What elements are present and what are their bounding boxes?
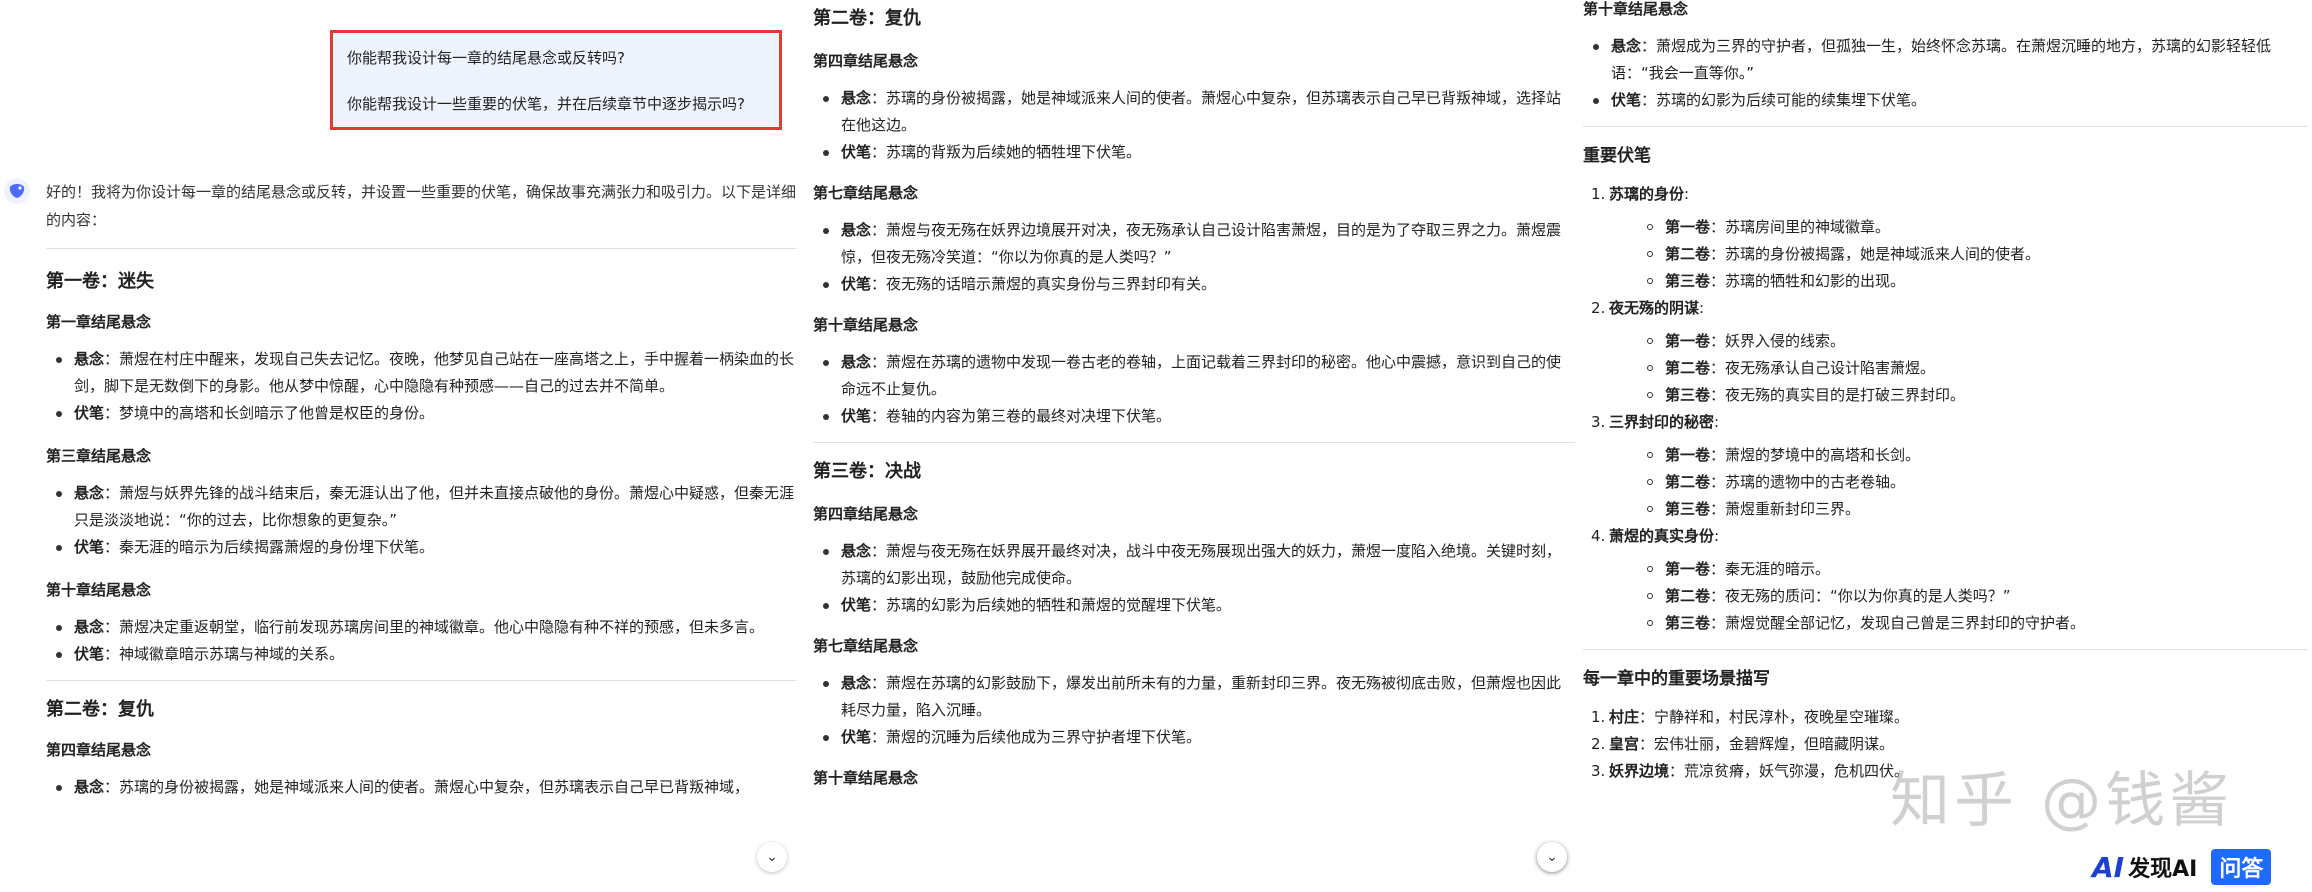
volume-heading: 第二卷：复仇 xyxy=(46,699,154,720)
divider xyxy=(46,248,796,249)
volume-heading: 第二卷：复仇 xyxy=(813,8,921,29)
list-item: 1. 村庄：宁静祥和，村民淳朴，夜晚星空璀璨。 xyxy=(1591,708,1910,726)
chapter-heading: 第七章结尾悬念 xyxy=(813,184,919,202)
divider xyxy=(1583,649,2308,650)
list-item: 伏笔：秦无涯的暗示为后续揭露萧煜的身份埋下伏笔。 xyxy=(46,534,796,561)
sub-list-item: 第三卷：苏璃的牺牲和幻影的出现。 xyxy=(1609,268,2308,295)
chapter-heading: 第四章结尾悬念 xyxy=(46,741,152,759)
assistant-response-part3: 第十章结尾悬念 悬念：萧煜成为三界的守护者，但孤独一生，始终怀念苏璃。在萧煜沉睡… xyxy=(1583,0,2308,785)
sub-list-item: 第一卷：秦无涯的暗示。 xyxy=(1609,556,2308,583)
divider xyxy=(1583,126,2308,127)
scroll-down-button[interactable]: ⌄ xyxy=(1537,842,1567,872)
watermark-text: 知乎 @钱酱 xyxy=(1890,766,2234,836)
divider xyxy=(46,680,796,681)
sub-list-item: 第二卷：夜无殇承认自己设计陷害萧煜。 xyxy=(1609,355,2308,382)
list-item: 悬念：苏璃的身份被揭露，她是神域派来人间的使者。萧煜心中复杂，但苏璃表示自己早已… xyxy=(46,774,796,801)
chapter-heading: 第三章结尾悬念 xyxy=(46,447,152,465)
assistant-avatar-icon xyxy=(4,178,30,204)
list-item: 悬念：萧煜在苏璃的幻影鼓励下，爆发出前所未有的力量，重新封印三界。夜无殇被彻底击… xyxy=(813,670,1575,724)
list-item: 悬念：萧煜与夜无殇在妖界展开最终对决，战斗中夜无殇展现出强大的妖力，萧煜一度陷入… xyxy=(813,538,1575,592)
list-item: 伏笔：苏璃的背叛为后续她的牺牲埋下伏笔。 xyxy=(813,139,1575,166)
list-item: 1. 苏璃的身份: 第一卷：苏璃房间里的神域徽章。 第二卷：苏璃的身份被揭露，她是… xyxy=(1583,181,2308,295)
list-item: 悬念：萧煜与妖界先锋的战斗结束后，秦无涯认出了他，但并未直接点破他的身份。萧煜心… xyxy=(46,480,796,534)
chapter-heading: 第七章结尾悬念 xyxy=(813,637,919,655)
chapter-heading: 第四章结尾悬念 xyxy=(813,505,919,523)
chat-panel-left: 你能帮我设计每一章的结尾悬念或反转吗? 你能帮我设计一些重要的伏笔，并在后续章节… xyxy=(0,0,800,892)
list-item: 伏笔：夜无殇的话暗示萧煜的真实身份与三界封印有关。 xyxy=(813,271,1575,298)
volume-heading: 第一卷：迷失 xyxy=(46,271,154,292)
divider xyxy=(813,442,1575,443)
list-item: 悬念：萧煜成为三界的守护者，但孤独一生，始终怀念苏璃。在萧煜沉睡的地方，苏璃的幻… xyxy=(1583,33,2308,87)
assistant-intro-text: 好的！我将为你设计每一章的结尾悬念或反转，并设置一些重要的伏笔，确保故事充满张力… xyxy=(46,183,797,229)
brand-name: 发现AI xyxy=(2128,857,2198,882)
sub-list-item: 第三卷：夜无殇的真实目的是打破三界封印。 xyxy=(1609,382,2308,409)
chevron-down-icon: ⌄ xyxy=(766,849,778,865)
sub-list-item: 第二卷：夜无殇的质问：“你以为你真的是人类吗？” xyxy=(1609,583,2308,610)
chapter-heading: 第十章结尾悬念 xyxy=(46,581,152,599)
list-item: 3. 三界封印的秘密: 第一卷：萧煜的梦境中的高塔和长剑。 第二卷：苏璃的遗物中的… xyxy=(1583,409,2308,523)
brand-logo-icon: AI xyxy=(2092,850,2125,884)
user-message-line: 你能帮我设计一些重要的伏笔，并在后续章节中逐步揭示吗? xyxy=(347,95,745,113)
assistant-response-part2: 第二卷：复仇 第四章结尾悬念 悬念：苏璃的身份被揭露，她是神域派来人间的使者。萧… xyxy=(813,4,1575,792)
sub-list-item: 第三卷：萧煜觉醒全部记忆，发现自己曾是三界封印的守护者。 xyxy=(1609,610,2308,637)
chevron-down-icon: ⌄ xyxy=(1546,849,1558,865)
sub-list-item: 第三卷：萧煜重新封印三界。 xyxy=(1609,496,2308,523)
foreshadow-list: 1. 苏璃的身份: 第一卷：苏璃房间里的神域徽章。 第二卷：苏璃的身份被揭露，她是… xyxy=(1583,181,2308,637)
list-item: 伏笔：苏璃的幻影为后续可能的续集埋下伏笔。 xyxy=(1583,87,2308,114)
list-item: 悬念：萧煜在村庄中醒来，发现自己失去记忆。夜晚，他梦见自己站在一座高塔之上，手中… xyxy=(46,346,796,400)
list-item: 2. 夜无殇的阴谋: 第一卷：妖界入侵的线索。 第二卷：夜无殇承认自己设计陷害萧煜… xyxy=(1583,295,2308,409)
volume-heading: 第三卷：决战 xyxy=(813,461,921,482)
chapter-heading: 第十章结尾悬念 xyxy=(1583,0,1689,18)
list-item: 伏笔：梦境中的高塔和长剑暗示了他曾是权臣的身份。 xyxy=(46,400,796,427)
list-item: 4. 萧煜的真实身份: 第一卷：秦无涯的暗示。 第二卷：夜无殇的质问：“你以为你真… xyxy=(1583,523,2308,637)
user-message-line: 你能帮我设计每一章的结尾悬念或反转吗? xyxy=(347,49,625,67)
chapter-heading: 第四章结尾悬念 xyxy=(813,52,919,70)
sub-list-item: 第一卷：妖界入侵的线索。 xyxy=(1609,328,2308,355)
list-item: 伏笔：苏璃的幻影为后续她的牺牲和萧煜的觉醒埋下伏笔。 xyxy=(813,592,1575,619)
sub-list-item: 第二卷：苏璃的遗物中的古老卷轴。 xyxy=(1609,469,2308,496)
section-heading: 重要伏笔 xyxy=(1583,146,1651,166)
sub-list-item: 第一卷：萧煜的梦境中的高塔和长剑。 xyxy=(1609,442,2308,469)
list-item: 伏笔：萧煜的沉睡为后续他成为三界守护者埋下伏笔。 xyxy=(813,724,1575,751)
assistant-response-part1: 第一卷：迷失 第一章结尾悬念 悬念：萧煜在村庄中醒来，发现自己失去记忆。夜晚，他… xyxy=(46,248,796,801)
list-item: 伏笔：神域徽章暗示苏璃与神域的关系。 xyxy=(46,641,796,668)
ask-button[interactable]: 问答 xyxy=(2211,849,2272,885)
chapter-heading: 第十章结尾悬念 xyxy=(813,316,919,334)
scroll-down-button[interactable]: ⌄ xyxy=(757,842,787,872)
list-item: 悬念：萧煜在苏璃的遗物中发现一卷古老的卷轴，上面记载着三界封印的秘密。他心中震撼… xyxy=(813,349,1575,403)
chat-panel-middle: 第二卷：复仇 第四章结尾悬念 悬念：苏璃的身份被揭露，她是神域派来人间的使者。萧… xyxy=(800,0,1580,892)
brand-badge: AI 发现AI 问答 xyxy=(2092,848,2272,886)
section-heading: 每一章中的重要场景描写 xyxy=(1583,669,1770,689)
sub-list-item: 第二卷：苏璃的身份被揭露，她是神域派来人间的使者。 xyxy=(1609,241,2308,268)
list-item: 悬念：苏璃的身份被揭露，她是神域派来人间的使者。萧煜心中复杂，但苏璃表示自己早已… xyxy=(813,85,1575,139)
sub-list-item: 第一卷：苏璃房间里的神域徽章。 xyxy=(1609,214,2308,241)
chapter-heading: 第一章结尾悬念 xyxy=(46,313,152,331)
list-item: 悬念：萧煜决定重返朝堂，临行前发现苏璃房间里的神域徽章。他心中隐隐有种不祥的预感… xyxy=(46,614,796,641)
list-item: 伏笔：卷轴的内容为第三卷的最终对决埋下伏笔。 xyxy=(813,403,1575,430)
chapter-heading: 第十章结尾悬念 xyxy=(813,769,919,787)
user-message-highlighted: 你能帮我设计每一章的结尾悬念或反转吗? 你能帮我设计一些重要的伏笔，并在后续章节… xyxy=(330,30,782,130)
list-item: 悬念：萧煜与夜无殇在妖界边境展开对决，夜无殇承认自己设计陷害萧煜，目的是为了夺取… xyxy=(813,217,1575,271)
